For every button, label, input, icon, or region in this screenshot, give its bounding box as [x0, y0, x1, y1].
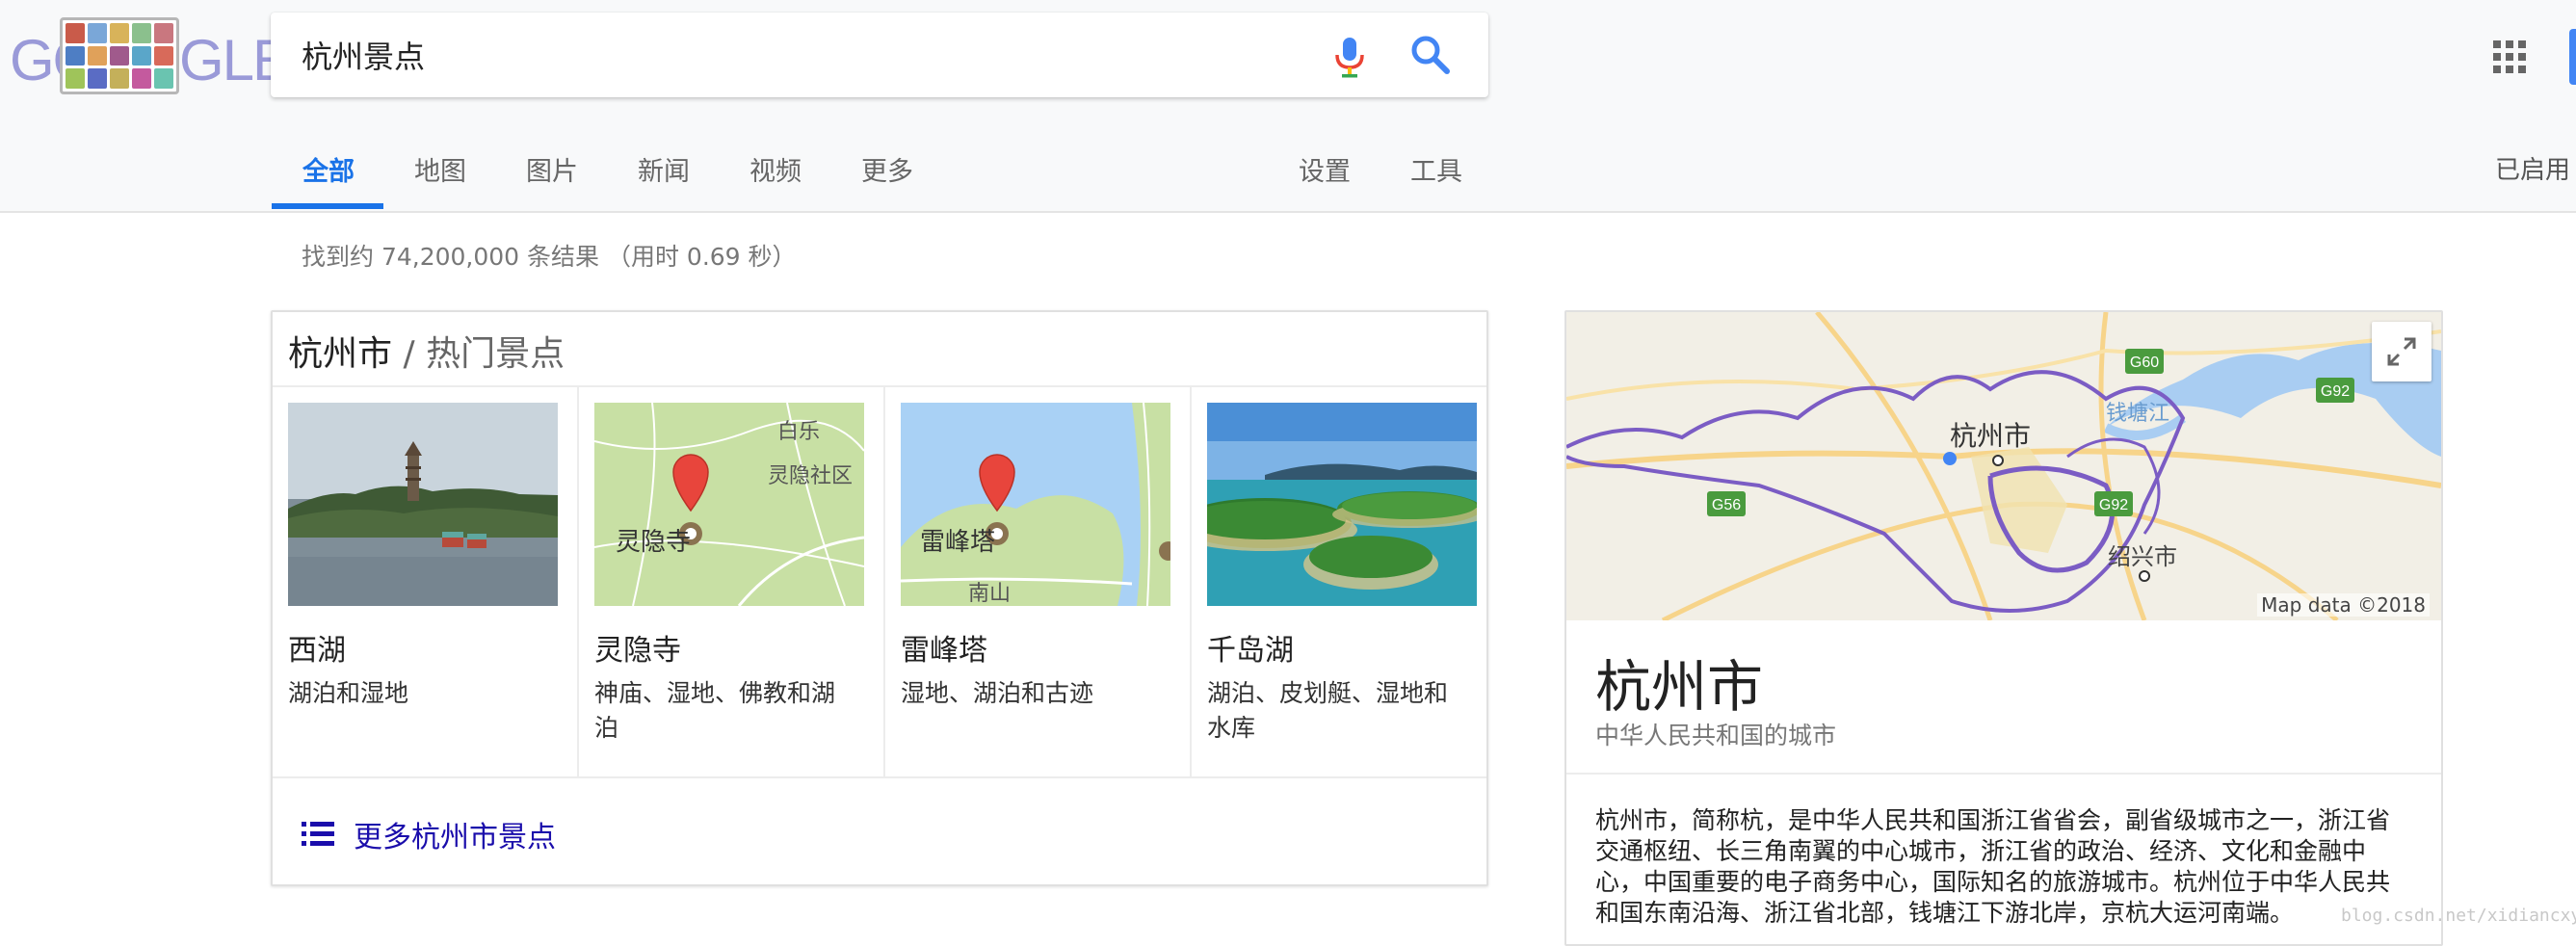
expand-map-icon[interactable]: [2372, 322, 2431, 381]
map-label: 灵隐社区: [768, 464, 854, 488]
card-title-separator: /: [403, 334, 415, 374]
knowledge-panel-title: 杭州市: [1595, 654, 1764, 720]
tab-all[interactable]: 全部: [302, 150, 355, 188]
highway-shield: G92: [2321, 383, 2350, 400]
doodle-mosaic-icon: [60, 17, 179, 94]
more-attractions-label: 更多杭州市景点: [354, 821, 556, 854]
card-title: 杭州市 / 热门景点: [288, 326, 565, 376]
safesearch-status[interactable]: 已启用: [2495, 150, 2570, 186]
divider: [273, 776, 1486, 778]
list-icon: [302, 822, 334, 846]
knowledge-panel-description: 杭州市，简称杭，是中华人民共和国浙江省省会，副省级城市之一，浙江省交通枢纽、长三…: [1595, 806, 2391, 927]
map-city-label: 绍兴市: [2108, 543, 2177, 570]
knowledge-panel: G60 G92 G56 G92 杭州市 绍兴市 钱塘江 Map data ©20…: [1564, 310, 2443, 946]
active-tab-indicator: [272, 203, 383, 209]
settings-link[interactable]: 设置: [1299, 150, 1351, 188]
map-label: 雷峰塔: [920, 528, 996, 557]
tools-link[interactable]: 工具: [1410, 150, 1462, 188]
attraction-category: 湖泊、皮划艇、湿地和水库: [1207, 679, 1449, 742]
attraction-category: 湖泊和湿地: [288, 679, 409, 707]
map-label: 南山: [968, 582, 1012, 606]
search-box: [271, 13, 1488, 97]
attraction-name: 西湖: [288, 634, 346, 668]
search-input[interactable]: [302, 13, 1265, 97]
sign-in-button[interactable]: [2569, 29, 2576, 85]
map-city-label: 杭州市: [1950, 420, 2031, 452]
map-attribution: Map data ©2018: [2257, 593, 2430, 617]
map-label: 白乐: [777, 420, 821, 444]
tab-videos[interactable]: 视频: [749, 150, 802, 188]
attraction-map-thumbnail: [901, 403, 1170, 606]
attraction-name: 雷峰塔: [901, 634, 987, 668]
attraction-item-qiandaohu[interactable]: 千岛湖 湖泊、皮划艇、湿地和水库: [1192, 387, 1496, 776]
more-attractions-link[interactable]: 更多杭州市景点: [302, 813, 556, 855]
attraction-item-xihu[interactable]: 西湖 湖泊和湿地: [273, 387, 577, 776]
microphone-icon[interactable]: [1330, 34, 1369, 80]
highway-shield: G56: [1712, 497, 1741, 513]
attraction-category: 神庙、湿地、佛教和湖泊: [594, 679, 836, 742]
attraction-name: 千岛湖: [1207, 634, 1294, 668]
highway-shield: G92: [2099, 497, 2128, 513]
tab-more[interactable]: 更多: [861, 150, 913, 188]
attraction-item-lingyin[interactable]: 白乐 灵隐社区 灵隐寺 灵隐寺 神庙、湿地、佛教和湖泊: [579, 387, 883, 776]
highway-shield: G60: [2130, 355, 2159, 371]
tab-images[interactable]: 图片: [526, 150, 578, 188]
top-attractions-card: 杭州市 / 热门景点 西湖 湖泊和湿地 白乐 灵隐社区 灵隐寺 灵隐寺 神庙、湿…: [271, 310, 1488, 886]
knowledge-panel-subtitle: 中华人民共和国的城市: [1595, 722, 1837, 749]
divider: [1566, 773, 2441, 775]
attraction-photo: [288, 403, 558, 606]
attraction-category: 湿地、湖泊和古迹: [901, 679, 1094, 707]
google-doodle-logo[interactable]: GO GLE: [10, 17, 291, 100]
search-icon[interactable]: [1409, 34, 1452, 76]
tab-maps[interactable]: 地图: [414, 150, 466, 188]
header: GO GLE 全部 地图 图片 新闻 视频: [0, 0, 2576, 213]
attraction-map-thumbnail: [594, 403, 864, 606]
map-river-label: 钱塘江: [2106, 402, 2169, 426]
apps-grid-icon[interactable]: [2493, 40, 2526, 73]
card-title-subtitle: 热门景点: [426, 334, 565, 374]
attraction-photo: [1207, 403, 1477, 606]
watermark: blog.csdn.net/xidiancxy: [2341, 906, 2576, 926]
city-map[interactable]: G60 G92 G56 G92 杭州市 绍兴市 钱塘江 Map data ©20…: [1566, 312, 2441, 620]
card-title-city[interactable]: 杭州市: [288, 334, 392, 374]
attraction-item-leifeng[interactable]: 雷峰塔 南山 雷峰塔 湿地、湖泊和古迹: [885, 387, 1190, 776]
result-stats: 找到约 74,200,000 条结果 （用时 0.69 秒）: [302, 243, 797, 271]
tab-news[interactable]: 新闻: [638, 150, 690, 188]
map-label: 灵隐寺: [616, 528, 692, 557]
attraction-name: 灵隐寺: [594, 634, 681, 668]
